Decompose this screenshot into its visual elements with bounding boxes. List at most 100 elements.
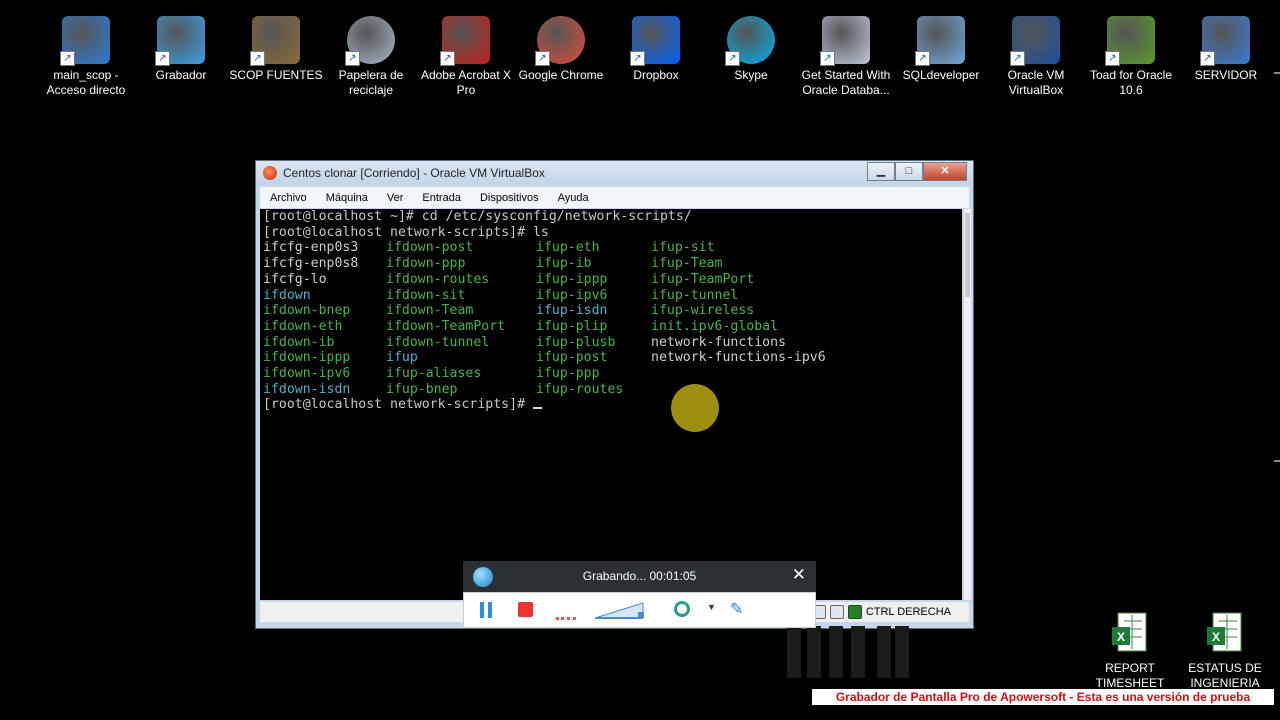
menu-dispositivos[interactable]: Dispositivos <box>470 192 548 204</box>
ls-entry: ifdown-ppp <box>386 256 466 272</box>
desktop-icon[interactable]: ↗ Dropbox <box>609 12 703 83</box>
shortcut-arrow-icon: ↗ <box>155 51 170 66</box>
menu-maquina[interactable]: Máquina <box>316 192 377 204</box>
volume-icon[interactable] <box>595 601 645 619</box>
terminal-screen[interactable]: [root@localhost ~]# cd /etc/sysconfig/ne… <box>260 209 962 600</box>
excel-icon: X <box>1205 611 1245 655</box>
shortcut-arrow-icon: ↗ <box>60 51 75 66</box>
desktop-icon[interactable]: ↗ Skype <box>704 12 798 83</box>
desktop-icon-label: Oracle VM VirtualBox <box>1007 68 1065 97</box>
desktop-file-icon[interactable]: X ESTATUS DE INGENIERIA <box>1180 611 1270 691</box>
desktop-icon[interactable]: ↗ SERVIDOR <box>1179 12 1273 83</box>
shortcut-arrow-icon: ↗ <box>1010 51 1025 66</box>
scrollbar-thumb[interactable] <box>965 213 970 297</box>
shortcut-arrow-icon: ↗ <box>915 51 930 66</box>
ls-entry: ifdown-sit <box>386 287 466 303</box>
ls-entry: ifdown-isdn <box>263 381 351 397</box>
ls-entry: ifup-ppp <box>536 366 600 381</box>
network-status-icon[interactable] <box>829 605 844 619</box>
desktop-icon-label: Dropbox <box>633 68 679 82</box>
menu-ver[interactable]: Ver <box>377 192 413 204</box>
terminal-prompt-line: [root@localhost network-scripts]# <box>263 397 542 412</box>
shortcut-arrow-icon: ↗ <box>630 51 645 66</box>
host-key-label: CTRL DERECHA <box>865 606 951 618</box>
desktop-icon[interactable]: ↗ main_scop - Acceso directo <box>39 12 133 98</box>
scope-shortcut-icon: ↗ <box>60 16 110 66</box>
desktop-file-icon[interactable]: X REPORT TIMESHEET <box>1085 611 1175 691</box>
virtualbox-app-icon <box>263 166 277 180</box>
shortcut-arrow-icon: ↗ <box>250 51 265 66</box>
menu-archivo[interactable]: Archivo <box>260 192 316 204</box>
stop-icon[interactable] <box>518 602 533 617</box>
webcam-icon[interactable] <box>674 601 690 617</box>
desktop-icon[interactable]: ↗ SCOP FUENTES <box>229 12 323 83</box>
recording-status: Grabando... 00:01:05 <box>582 569 697 583</box>
trial-watermark: Grabador de Pantalla Pro de Apowersoft -… <box>812 689 1274 705</box>
ls-entry: ifdown-tunnel <box>386 334 490 350</box>
pen-icon[interactable]: ✎ <box>730 599 743 619</box>
virtualbox-window[interactable]: Centos clonar [Corriendo] - Oracle VM Vi… <box>255 160 974 629</box>
skype-icon: ↗ <box>725 16 775 66</box>
desktop-icon[interactable]: ↗ Toad for Oracle 10.6 <box>1084 12 1178 98</box>
desktop-icon[interactable]: ↗ Adobe Acrobat X Pro <box>419 12 513 98</box>
desktop-icon[interactable]: ↗ SQLdeveloper <box>894 12 988 83</box>
shortcut-arrow-icon: ↗ <box>1105 51 1120 66</box>
ls-entry: network-functions-ipv6 <box>651 350 826 366</box>
ls-entry: ifup-sit <box>651 240 715 256</box>
recorder-icon: ↗ <box>155 16 205 66</box>
desktop-icon[interactable]: ↗ Get Started With Oracle Databa... <box>799 12 893 98</box>
sqldeveloper-icon: ↗ <box>915 16 965 66</box>
menu-entrada[interactable]: Entrada <box>412 192 470 204</box>
shortcut-arrow-icon: ↗ <box>440 51 455 66</box>
desktop-icon-label: Toad for Oracle 10.6 <box>1089 68 1173 97</box>
ls-entry: ifup-ib <box>536 256 592 272</box>
menu-bar: Archivo Máquina Ver Entrada Dispositivos… <box>260 187 969 208</box>
desktop-icon[interactable]: ↗ Google Chrome <box>514 12 608 83</box>
toad-icon: ↗ <box>1105 16 1155 66</box>
screen-recorder-toolbar[interactable]: Grabando... 00:01:05 ✕ ▼ ✎ <box>463 561 816 628</box>
terminal-command-line: [root@localhost network-scripts]# ls <box>263 224 549 240</box>
dropbox-icon: ↗ <box>630 16 680 66</box>
ls-entry: ifup-post <box>536 350 608 366</box>
computer-icon: ↗ <box>1200 16 1250 66</box>
screenshot-icon[interactable] <box>556 604 576 620</box>
title-bar[interactable]: Centos clonar [Corriendo] - Oracle VM Vi… <box>256 161 973 185</box>
desktop-icon[interactable]: ↗ Papelera de reciclaje <box>324 12 418 98</box>
desktop-file-label: ESTATUS DE INGENIERIA <box>1188 661 1262 690</box>
terminal-command-line: [root@localhost ~]# cd /etc/sysconfig/ne… <box>263 209 692 224</box>
ls-entry: ifup-routes <box>536 381 624 397</box>
acrobat-icon: ↗ <box>440 16 490 66</box>
menu-ayuda[interactable]: Ayuda <box>548 192 598 204</box>
ls-entry: ifup-TeamPort <box>651 271 755 287</box>
recorder-header[interactable]: Grabando... 00:01:05 ✕ <box>463 561 816 592</box>
pause-icon[interactable] <box>480 602 492 618</box>
shortcut-arrow-icon: ↗ <box>1200 51 1215 66</box>
edge-marker <box>1274 460 1280 462</box>
shortcut-arrow-icon: ↗ <box>820 51 835 66</box>
desktop-icon-label: main_scop - Acceso directo <box>46 68 126 97</box>
close-button[interactable]: ✕ <box>923 162 967 181</box>
host-key-icon <box>847 605 862 619</box>
desktop-icon[interactable]: ↗ Oracle VM VirtualBox <box>989 12 1083 98</box>
chevron-down-icon[interactable]: ▼ <box>707 602 716 612</box>
desktop-icon-label: SCOP FUENTES <box>229 68 323 82</box>
minimize-button[interactable]: ▁ <box>867 162 895 181</box>
window-title: Centos clonar [Corriendo] - Oracle VM Vi… <box>283 166 545 180</box>
maximize-button[interactable]: □ <box>895 162 923 181</box>
ls-entry: ifdown-TeamPort <box>386 318 506 334</box>
chrome-icon: ↗ <box>535 16 585 66</box>
desktop-icon[interactable]: ↗ Grabador <box>134 12 228 83</box>
oracle-db-icon: ↗ <box>820 16 870 66</box>
ls-entry: ifup-aliases <box>386 366 482 381</box>
ls-entry: ifup-tunnel <box>651 287 739 303</box>
recycle-bin-icon: ↗ <box>345 16 395 66</box>
ls-entry: ifdown-ipv6 <box>263 366 351 381</box>
virtualbox-icon: ↗ <box>1010 16 1060 66</box>
ls-entry: ifup-bnep <box>386 381 458 397</box>
ls-entry: ifup-plip <box>536 318 608 334</box>
edge-marker <box>1274 72 1280 74</box>
recorder-close-icon[interactable]: ✕ <box>792 565 806 585</box>
ls-entry: ifdown-Team <box>386 303 474 319</box>
cursor-highlight <box>671 384 719 432</box>
desktop-icon-label: SQLdeveloper <box>902 68 980 82</box>
